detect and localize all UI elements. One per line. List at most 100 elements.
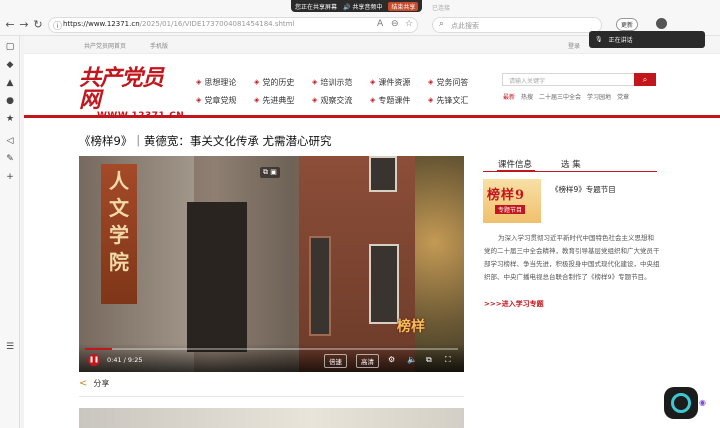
- tab-course-info[interactable]: 课件信息: [498, 158, 532, 170]
- hot-word[interactable]: 最新: [503, 92, 515, 101]
- browser-topbar: 您正在共享屏幕 🔊 共享音频中 结束共享 已连接: [0, 0, 720, 14]
- video-frame-window: [369, 244, 399, 324]
- menu-item[interactable]: ◈ 党务问答: [428, 76, 486, 88]
- menu-item[interactable]: ◈ 先锋文汇: [428, 94, 486, 106]
- video-sign: 人文学院: [101, 164, 137, 304]
- video-progress-fill: [85, 348, 113, 350]
- floating-chat-button[interactable]: [664, 387, 698, 419]
- sound-icon[interactable]: ◁: [5, 136, 15, 146]
- site-search-input[interactable]: 请输入关键字 ⌕: [502, 73, 656, 86]
- program-thumbnail[interactable]: 榜样9 专题节目: [483, 179, 541, 223]
- app-icon[interactable]: ▲: [5, 78, 15, 88]
- favorite-icon[interactable]: ★: [5, 114, 15, 124]
- header-divider: [24, 115, 720, 118]
- program-title[interactable]: 《榜样9》专题节目: [551, 184, 616, 195]
- site-logo[interactable]: 共产党员网 WWW.12371.CN: [79, 67, 184, 121]
- profile-avatar[interactable]: [656, 18, 667, 29]
- screen-share-bar: 您正在共享屏幕 🔊 共享音频中 结束共享: [291, 0, 423, 12]
- page-title: 《榜样9》｜黄德宽：事关文化传承 尤需潜心研究: [79, 134, 332, 148]
- mobile-link[interactable]: 手机版: [150, 41, 168, 50]
- video-watermark: 榜样: [397, 319, 425, 335]
- update-button[interactable]: 更新: [616, 18, 639, 31]
- share-button[interactable]: < 分享: [79, 378, 109, 389]
- menu-item[interactable]: ◈ 先进典型: [254, 94, 312, 106]
- chat-icon: [671, 393, 691, 413]
- video-frame-tree: [415, 156, 464, 372]
- thumb-subtitle: 专题节目: [495, 205, 526, 214]
- translate-icon[interactable]: A: [377, 19, 383, 29]
- login-link[interactable]: 登录: [568, 41, 580, 50]
- tool-icon[interactable]: ✎: [5, 154, 15, 164]
- thumb-title: 榜样9: [487, 188, 526, 203]
- related-thumbnail[interactable]: [79, 408, 464, 428]
- reload-icon[interactable]: ↻: [32, 19, 44, 31]
- url-text[interactable]: https://www.12371.cn/2025/01/16/VIDE1737…: [63, 20, 294, 28]
- share-icon: <: [79, 378, 88, 389]
- add-icon[interactable]: +: [5, 172, 15, 182]
- info-tabs: 课件信息 选 集: [483, 156, 657, 172]
- menu-bullet-icon: ◈: [370, 78, 376, 86]
- zoom-icon[interactable]: ⊖: [391, 19, 399, 29]
- stop-share-button[interactable]: 结束共享: [388, 1, 419, 11]
- menu-item[interactable]: ◈ 课件资源: [370, 76, 428, 88]
- voice-status-text: 正在讲话: [608, 37, 633, 44]
- browser-search-box[interactable]: ⌕ 点此搜索: [432, 17, 602, 33]
- menu-bullet-icon: ◈: [312, 96, 318, 104]
- share-audio-status[interactable]: 🔊 共享音频中: [343, 2, 382, 11]
- ghost-tab-label: 已连接: [432, 5, 451, 12]
- copilot-icon[interactable]: ◆: [5, 60, 15, 70]
- video-frame-window: [309, 236, 331, 336]
- menu-bullet-icon: ◈: [254, 78, 260, 86]
- tab-episodes[interactable]: 选 集: [561, 158, 581, 170]
- menu-item[interactable]: ◈ 培训示范: [312, 76, 370, 88]
- menu-bullet-icon: ◈: [196, 78, 202, 86]
- extension-icon[interactable]: ●: [5, 96, 15, 106]
- menu-item[interactable]: ◈ 观察交流: [312, 94, 370, 106]
- menu-item[interactable]: ◈ 专题课件: [370, 94, 428, 106]
- tab-list-icon[interactable]: ▢: [5, 42, 15, 52]
- video-time: 0:41 / 9:25: [107, 356, 143, 364]
- pause-icon[interactable]: ❚❚: [88, 354, 100, 366]
- speed-button[interactable]: 倍速: [324, 354, 347, 368]
- menu-bullet-icon: ◈: [312, 78, 318, 86]
- site-search-button[interactable]: ⌕: [634, 73, 656, 86]
- picture-in-picture-icon[interactable]: ⧉ ▣: [260, 167, 280, 178]
- hot-word[interactable]: 学习园地: [587, 92, 611, 101]
- share-current-tab[interactable]: 您正在共享屏幕: [295, 2, 337, 11]
- hot-word[interactable]: 二十届三中全会: [539, 92, 581, 101]
- site-info-icon[interactable]: ⓘ: [53, 19, 62, 32]
- enter-topic-link[interactable]: >>>进入学习专题: [484, 299, 544, 309]
- bookmark-icon[interactable]: ☆: [405, 19, 413, 29]
- pip-icon[interactable]: ⧉: [426, 355, 432, 365]
- back-icon[interactable]: ←: [4, 19, 16, 31]
- quality-button[interactable]: 高清: [356, 354, 379, 368]
- video-progress-bar[interactable]: [85, 348, 458, 350]
- fullscreen-icon[interactable]: ⛶: [445, 355, 451, 365]
- address-bar[interactable]: ⓘ https://www.12371.cn/2025/01/16/VIDE17…: [48, 17, 418, 33]
- video-frame-brick: [299, 156, 419, 372]
- volume-icon[interactable]: 🔈: [407, 355, 417, 364]
- main-menu: ◈ 思想理论 ◈ 党的历史 ◈ 培训示范 ◈ 课件资源 ◈ 党务问答 ◈ 党章党规 ◈ 先进典…: [196, 76, 486, 106]
- home-link[interactable]: 共产党员网首页: [84, 41, 126, 50]
- menu-bullet-icon: ◈: [370, 96, 376, 104]
- menu-item[interactable]: ◈ 党的历史: [254, 76, 312, 88]
- menu-item[interactable]: ◈ 思想理论: [196, 76, 254, 88]
- video-player[interactable]: 人文学院 ⧉ ▣ 榜样 ❚❚ 0:41 / 9:25 倍速 高清 ⚙ 🔈 ⧉ ⛶: [79, 156, 464, 372]
- hot-word[interactable]: 热搜: [521, 92, 533, 101]
- mic-icon: 🎙: [595, 36, 603, 43]
- logo-text: 共产党员网: [79, 65, 164, 113]
- menu-icon[interactable]: ☰: [5, 342, 15, 352]
- share-label: 分享: [93, 379, 110, 388]
- menu-item[interactable]: ◈ 党章党规: [196, 94, 254, 106]
- site-search-placeholder: 请输入关键字: [509, 78, 546, 85]
- program-description: 为深入学习贯彻习近平新时代中国特色社会主义思想和党的二十届三中全会精神，教育引导…: [484, 234, 660, 281]
- hot-word[interactable]: 党章: [617, 92, 629, 101]
- voice-status-popup: 🎙 正在讲话: [589, 31, 705, 48]
- settings-icon[interactable]: ⚙: [388, 355, 395, 364]
- video-controls: ❚❚ 0:41 / 9:25 倍速 高清 ⚙ 🔈 ⧉ ⛶: [79, 344, 464, 372]
- menu-bullet-icon: ◈: [428, 96, 434, 104]
- video-frame-door: [187, 202, 247, 352]
- copilot-badge-icon[interactable]: ◉: [699, 398, 706, 407]
- forward-icon[interactable]: →: [18, 19, 30, 31]
- menu-bullet-icon: ◈: [254, 96, 260, 104]
